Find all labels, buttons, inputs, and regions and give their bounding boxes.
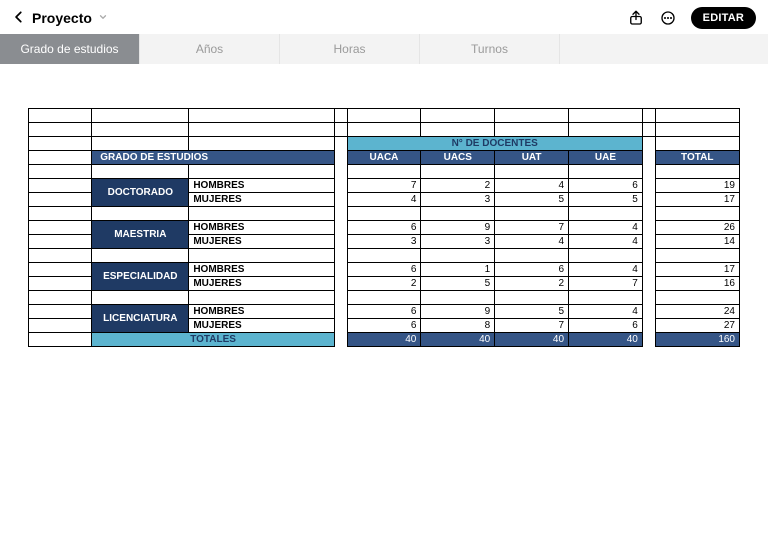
cell: 3 (421, 193, 495, 207)
group-name: MAESTRIA (92, 221, 189, 249)
cell: 6 (569, 319, 643, 333)
tab-turnos[interactable]: Turnos (420, 34, 560, 64)
gender-m: MUJERES (189, 319, 335, 333)
totals-uacs: 40 (421, 333, 495, 347)
cell: 7 (347, 179, 421, 193)
tab-horas[interactable]: Horas (280, 34, 420, 64)
gender-h: HOMBRES (189, 305, 335, 319)
table-row (29, 165, 740, 179)
totals-uae: 40 (569, 333, 643, 347)
header-grado: GRADO DE ESTUDIOS (92, 151, 335, 165)
cell: 9 (421, 221, 495, 235)
table-row (29, 207, 740, 221)
row-total: 26 (655, 221, 739, 235)
col-uat: UAT (495, 151, 569, 165)
cell: 7 (495, 319, 569, 333)
cell: 6 (569, 179, 643, 193)
cell: 4 (569, 221, 643, 235)
back-icon[interactable] (12, 8, 26, 29)
cell: 3 (421, 235, 495, 249)
cell: 4 (569, 235, 643, 249)
row-total: 17 (655, 193, 739, 207)
tab-grado[interactable]: Grado de estudios (0, 34, 140, 64)
table-row (29, 109, 740, 123)
cell: 3 (347, 235, 421, 249)
row-total: 14 (655, 235, 739, 249)
gender-m: MUJERES (189, 277, 335, 291)
group-name: LICENCIATURA (92, 305, 189, 333)
header-left: Proyecto (12, 8, 108, 29)
cell: 6 (347, 221, 421, 235)
gender-m: MUJERES (189, 235, 335, 249)
cell: 5 (421, 277, 495, 291)
table-row: LICENCIATURAHOMBRES695424 (29, 305, 740, 319)
col-uacs: UACS (421, 151, 495, 165)
edit-button[interactable]: EDITAR (691, 7, 756, 29)
row-total: 16 (655, 277, 739, 291)
col-uae: UAE (569, 151, 643, 165)
cell: 2 (347, 277, 421, 291)
page-title: Proyecto (32, 10, 92, 26)
cell: 9 (421, 305, 495, 319)
gender-h: HOMBRES (189, 221, 335, 235)
cell: 6 (347, 319, 421, 333)
cell: 8 (421, 319, 495, 333)
spreadsheet-area: N° DE DOCENTES GRADO DE ESTUDIOS UACA UA… (0, 64, 768, 347)
chevron-down-icon[interactable] (98, 12, 108, 25)
cell: 6 (347, 305, 421, 319)
header-ndoc: N° DE DOCENTES (347, 137, 642, 151)
table-row: ESPECIALIDADHOMBRES616417 (29, 263, 740, 277)
header-right: EDITAR (627, 7, 756, 29)
cell: 7 (569, 277, 643, 291)
col-total: TOTAL (655, 151, 739, 165)
totals-uat: 40 (495, 333, 569, 347)
cell: 6 (347, 263, 421, 277)
table-row (29, 249, 740, 263)
row-total: 27 (655, 319, 739, 333)
table-row-totals: TOTALES 40 40 40 40 160 (29, 333, 740, 347)
cell: 4 (569, 263, 643, 277)
col-uaca: UACA (347, 151, 421, 165)
row-total: 17 (655, 263, 739, 277)
cell: 4 (569, 305, 643, 319)
cell: 5 (569, 193, 643, 207)
cell: 4 (495, 235, 569, 249)
tab-bar: Grado de estudios Años Horas Turnos (0, 34, 768, 64)
table-row (29, 291, 740, 305)
cell: 6 (495, 263, 569, 277)
more-icon[interactable] (659, 9, 677, 27)
cell: 5 (495, 305, 569, 319)
data-table: N° DE DOCENTES GRADO DE ESTUDIOS UACA UA… (28, 108, 740, 347)
cell: 2 (421, 179, 495, 193)
table-row: MAESTRIAHOMBRES697426 (29, 221, 740, 235)
group-name: ESPECIALIDAD (92, 263, 189, 291)
gender-h: HOMBRES (189, 263, 335, 277)
share-icon[interactable] (627, 9, 645, 27)
row-total: 24 (655, 305, 739, 319)
table-row: GRADO DE ESTUDIOS UACA UACS UAT UAE TOTA… (29, 151, 740, 165)
tab-anos[interactable]: Años (140, 34, 280, 64)
app-header: Proyecto EDITAR (0, 0, 768, 34)
cell: 7 (495, 221, 569, 235)
cell: 2 (495, 277, 569, 291)
totals-label: TOTALES (92, 333, 335, 347)
cell: 4 (347, 193, 421, 207)
table-row: N° DE DOCENTES (29, 137, 740, 151)
totals-uaca: 40 (347, 333, 421, 347)
gender-m: MUJERES (189, 193, 335, 207)
tabs-spacer (560, 34, 768, 64)
cell: 1 (421, 263, 495, 277)
group-name: DOCTORADO (92, 179, 189, 207)
table-row: DOCTORADOHOMBRES724619 (29, 179, 740, 193)
table-row (29, 123, 740, 137)
cell: 5 (495, 193, 569, 207)
row-total: 19 (655, 179, 739, 193)
totals-grand: 160 (655, 333, 739, 347)
cell: 4 (495, 179, 569, 193)
gender-h: HOMBRES (189, 179, 335, 193)
